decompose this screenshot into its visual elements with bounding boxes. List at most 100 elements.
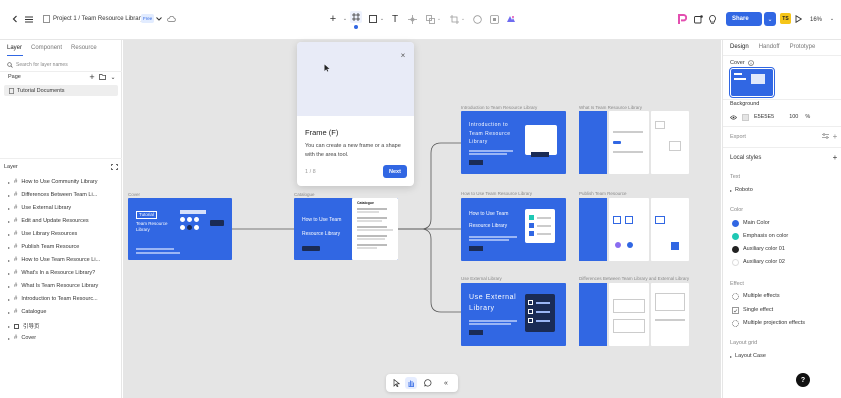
crop-tool-icon[interactable] (448, 13, 460, 25)
layer-item[interactable]: ▸ # What Is Team Resource Library (8, 283, 98, 289)
layer-item[interactable]: ▸ # Edit and Update Resources (8, 218, 89, 224)
cursor-icon (324, 64, 330, 72)
component-tool-icon[interactable] (424, 13, 436, 25)
layer-name: How to Use Team Resource Li... (21, 257, 101, 263)
cover-thumbnail[interactable] (729, 67, 775, 98)
back-icon[interactable] (10, 13, 20, 25)
layer-item[interactable]: ▸ # Catalogue (8, 309, 46, 315)
frame-how-to-use[interactable]: How to Use Team Resource Library (461, 198, 566, 261)
color-style-item[interactable]: Main Color (732, 219, 770, 227)
chevron-down-icon[interactable]: ⌄ (342, 13, 348, 25)
layer-item[interactable]: ▸ # Use Library Resources (8, 231, 77, 237)
frame-icon: # (14, 218, 18, 224)
layer-item[interactable]: ▸ # Publish Team Resource (8, 244, 79, 250)
layer-options-icon[interactable] (110, 162, 118, 171)
text-tool-icon[interactable]: T (389, 13, 401, 25)
chevron-down-icon[interactable]: ⌄ (829, 13, 835, 25)
layer-item[interactable]: ▸ # How to Use Community Library (8, 179, 97, 185)
frame-cover[interactable]: Tutorial Team Resource Library (128, 198, 232, 260)
info-icon[interactable] (747, 60, 754, 66)
tab-resource[interactable]: Resource (71, 45, 97, 51)
comment-icon[interactable] (422, 377, 434, 389)
background-opacity[interactable]: 100 (789, 113, 798, 121)
mask-tool-icon[interactable] (471, 13, 483, 25)
layer-item[interactable]: ▸ # How to Use Team Resource Li... (8, 257, 100, 263)
add-export-icon[interactable]: + (831, 131, 839, 141)
zoom-level[interactable]: 16% (810, 14, 822, 26)
color-dot (732, 245, 739, 253)
frame-tool-icon[interactable] (350, 11, 362, 23)
add-page-icon[interactable]: + (88, 72, 96, 82)
effect-style-item[interactable]: Single effect (732, 306, 773, 314)
frame-use-external[interactable]: Use External Library (461, 283, 566, 346)
color-style-item[interactable]: Auxiliary color 02 (732, 258, 785, 266)
text-style-item[interactable]: ▸ Roboto (730, 186, 753, 194)
layer-item[interactable]: ▸ # Use External Library (8, 205, 71, 211)
menu-icon[interactable] (24, 13, 34, 25)
comment-notification-icon[interactable] (692, 12, 704, 26)
frame-icon: # (14, 231, 18, 237)
close-icon[interactable]: × (398, 50, 408, 60)
layout-grid-item[interactable]: ▸ Layout Case (730, 352, 766, 360)
left-panel: Layer Component Resource Search for laye… (0, 40, 122, 398)
rectangle-tool-icon[interactable] (367, 13, 379, 25)
layer-item[interactable]: ▸ # Cover (8, 335, 36, 341)
effect-style-item[interactable]: Multiple projection effects (732, 319, 805, 327)
next-button[interactable]: Next (383, 165, 407, 178)
layer-item[interactable]: ▸ 引导页 (8, 322, 40, 330)
layer-name: Introduction to Team Resourc... (21, 296, 98, 302)
search-input[interactable]: Search for layer names (4, 59, 118, 70)
layer-item[interactable]: ▸ # Introduction to Team Resourc... (8, 296, 98, 302)
frame-differences[interactable] (579, 283, 689, 346)
tab-component[interactable]: Component (31, 45, 62, 51)
right-panel: Design Handoff Prototype Cover Backgroun… (722, 40, 841, 398)
share-button[interactable]: Share (726, 12, 762, 26)
color-swatch[interactable] (742, 113, 749, 121)
chevron-down-icon[interactable]: ⌄ (379, 13, 385, 25)
add-icon[interactable]: + (326, 13, 340, 25)
tab-layer[interactable]: Layer (7, 45, 22, 51)
folder-icon[interactable] (98, 73, 106, 81)
share-dropdown-icon[interactable]: ⌄ (764, 12, 776, 26)
hand-icon[interactable] (405, 377, 417, 389)
boolean-tool-icon[interactable] (488, 13, 500, 25)
tab-prototype[interactable]: Prototype (790, 44, 816, 50)
frame-what-is[interactable] (579, 111, 689, 174)
chevron-down-icon[interactable] (155, 13, 163, 25)
frame-introduction[interactable]: Introduction to Team Resource Library (461, 111, 566, 174)
collapse-pages-icon[interactable]: ⌄ (109, 73, 117, 81)
layer-name: Use Library Resources (21, 231, 78, 237)
brand-logo-icon[interactable] (676, 12, 688, 26)
lightbulb-icon[interactable] (706, 12, 718, 26)
page-item-tutorial-documents[interactable]: Tutorial Documents (4, 85, 118, 96)
effect-style-item[interactable]: Multiple effects (732, 292, 780, 300)
color-style-item[interactable]: Auxiliary color 01 (732, 245, 785, 253)
layer-name: Publish Team Resource (21, 244, 80, 250)
chevron-down-icon[interactable]: ⌄ (460, 13, 466, 25)
color-dot (732, 232, 739, 240)
frame-publish[interactable] (579, 198, 689, 261)
tab-handoff[interactable]: Handoff (759, 44, 780, 50)
export-settings-icon[interactable] (821, 131, 829, 141)
color-style-item[interactable]: Emphasis on color (732, 232, 788, 240)
background-hex[interactable]: E5E5E5 (754, 113, 774, 121)
avatar[interactable]: TS (780, 13, 791, 24)
layer-item[interactable]: ▸ # What's In a Resource Library? (8, 270, 95, 276)
play-icon[interactable] (793, 13, 803, 25)
collapse-icon[interactable]: « (440, 377, 452, 389)
cursor-icon[interactable] (390, 377, 402, 389)
chevron-down-icon[interactable]: ⌄ (436, 13, 442, 25)
layer-item[interactable]: ▸ # Differences Between Team Li... (8, 192, 97, 198)
tab-design[interactable]: Design (730, 44, 749, 50)
pen-tool-icon[interactable] (406, 13, 418, 25)
canvas[interactable]: Cover Tutorial Team Resource Library Cat… (123, 40, 721, 398)
breadcrumb[interactable]: Project 1 / Team Resource Library (53, 13, 144, 25)
plugin-icon[interactable] (505, 13, 517, 25)
eye-icon[interactable] (730, 114, 737, 120)
layer-name: Edit and Update Resources (21, 218, 89, 224)
page-icon (9, 87, 14, 94)
background-fill-row[interactable]: E5E5E5 100 % (730, 113, 810, 121)
add-style-icon[interactable]: + (831, 152, 839, 162)
help-button[interactable]: ? (796, 373, 810, 387)
frame-catalogue[interactable]: How to Use Team Resource Library Catalog… (294, 198, 398, 260)
